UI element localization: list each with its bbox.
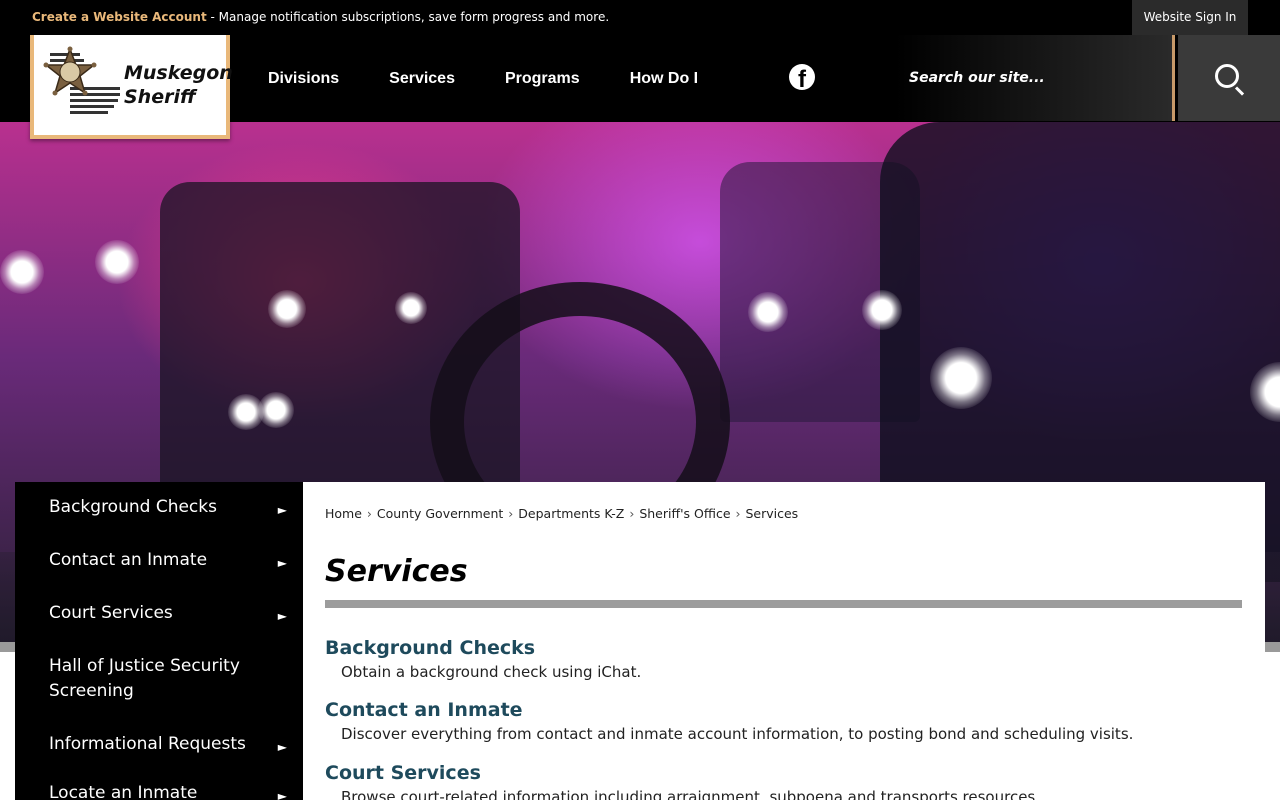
breadcrumb-departments-k-z[interactable]: Departments K-Z [518,506,624,521]
search-box [895,35,1175,121]
sidenav-item-label: Contact an Inmate [49,550,208,570]
sidenav-item-contact-an-inmate[interactable]: Contact an Inmate ► [15,532,303,585]
account-notice: Create a Website Account - Manage notifi… [32,10,609,24]
facebook-icon[interactable]: f [789,64,815,93]
site-logo[interactable]: Muskegon Sheriff [30,35,233,139]
search-button[interactable] [1178,35,1280,121]
website-sign-in-button[interactable]: Website Sign In [1132,0,1248,35]
sidenav-item-informational-requests[interactable]: Informational Requests ► [15,716,303,769]
hero-light [748,292,788,332]
logo-line-1: Muskegon [124,62,233,84]
triangle-right-icon[interactable]: ► [278,604,287,629]
sidenav-item-court-services[interactable]: Court Services ► [15,585,303,638]
breadcrumb-separator: › [362,506,376,521]
main-content: Home › County Government › Departments K… [303,482,1265,800]
nav-programs[interactable]: Programs [480,70,605,88]
sidenav-item-hall-of-justice-security-screening[interactable]: Hall of Justice Security Screening [15,638,303,716]
sheriff-badge-icon [43,46,120,114]
breadcrumb-separator: › [731,506,745,521]
hero-light [395,292,427,324]
nav-services[interactable]: Services [364,70,480,88]
hero-light [862,290,902,330]
triangle-right-icon[interactable]: ► [278,784,287,800]
main-nav: Divisions Services Programs How Do I [243,35,723,122]
service-title-link[interactable]: Contact an Inmate [325,699,523,721]
service-title-link[interactable]: Background Checks [325,637,535,659]
nav-divisions[interactable]: Divisions [243,70,364,88]
hero-light [268,290,306,328]
site-header: Muskegon Sheriff Divisions Services Prog… [0,35,1280,139]
hero-light [95,240,139,284]
page-title: Services [325,554,468,589]
hero-light [930,347,992,409]
sidenav-item-label: Court Services [49,603,173,623]
service-description: Obtain a background check using iChat. [341,663,642,681]
service-item: Contact an Inmate Discover everything fr… [325,699,1133,743]
breadcrumb-current: Services [745,506,799,521]
breadcrumb-separator: › [625,506,639,521]
search-icon [1215,64,1239,88]
breadcrumb-county-government[interactable]: County Government [377,506,503,521]
logo-line-2: Sheriff [124,86,196,108]
triangle-right-icon[interactable]: ► [278,735,287,760]
search-input[interactable] [909,65,1159,91]
triangle-right-icon[interactable]: ► [278,498,287,523]
sidenav-item-label: Hall of Justice Security Screening [49,656,240,701]
triangle-right-icon[interactable]: ► [278,551,287,576]
logo-text: Muskegon Sheriff [124,61,233,109]
service-item: Background Checks Obtain a background ch… [325,637,641,681]
sidenav-item-locate-an-inmate[interactable]: Locate an Inmate ► [15,769,303,800]
service-description: Discover everything from contact and inm… [341,725,1134,743]
sidenav-item-label: Locate an Inmate [49,783,198,800]
sidenav-item-label: Background Checks [49,497,217,517]
service-title-link[interactable]: Court Services [325,762,481,784]
account-notice-text: - Manage notification subscriptions, sav… [206,10,610,24]
breadcrumb-separator: › [504,506,518,521]
service-description: Browse court-related information includi… [341,788,1041,800]
side-nav: Background Checks ► Contact an Inmate ► … [15,482,303,800]
breadcrumb-home[interactable]: Home [325,506,362,521]
search-icon-handle [1234,86,1245,96]
sidenav-item-background-checks[interactable]: Background Checks ► [15,482,303,532]
create-account-link[interactable]: Create a Website Account [32,10,207,24]
hero-light [258,392,294,428]
title-divider [325,600,1242,608]
hero-light [0,250,44,294]
service-item: Court Services Browse court-related info… [325,762,1040,800]
breadcrumb: Home › County Government › Departments K… [325,506,798,521]
sidenav-item-label: Informational Requests [49,734,246,754]
breadcrumb-sheriffs-office[interactable]: Sheriff's Office [639,506,730,521]
utility-bar: Create a Website Account - Manage notifi… [0,0,1280,35]
nav-how-do-i[interactable]: How Do I [605,70,723,88]
